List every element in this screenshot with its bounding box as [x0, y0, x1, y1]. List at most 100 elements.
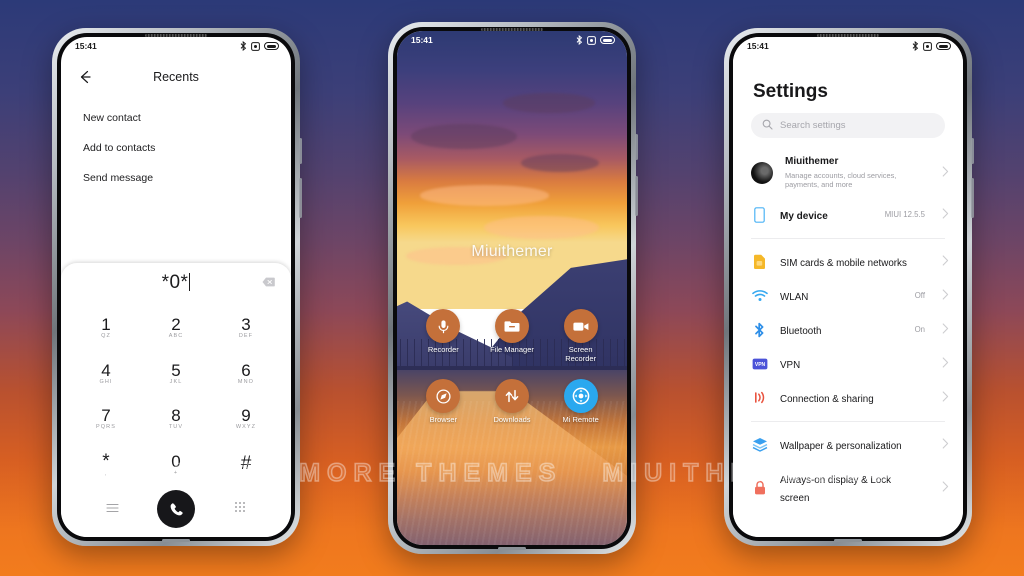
app-browser[interactable]: Browser: [409, 379, 478, 425]
chevron-right-icon: [942, 355, 949, 373]
page-title: Recents: [153, 70, 199, 84]
settings-row-my-device[interactable]: My device MIUI 12.5.5: [733, 198, 963, 232]
status-icons: [576, 35, 615, 45]
menu-item-send-message[interactable]: Send message: [61, 163, 291, 193]
context-menu-list: New contact Add to contacts Send message: [61, 91, 291, 193]
row-label: WLAN: [780, 291, 809, 303]
volume-button[interactable]: [635, 176, 638, 216]
key-7[interactable]: 7 PQRS: [71, 396, 141, 442]
menu-item-new-contact[interactable]: New contact: [61, 103, 291, 133]
app-grid: Recorder File Manager Screen Recorder Br…: [409, 309, 615, 425]
dialer-screen: 15:41 Recents New contact Add to contact…: [61, 37, 291, 537]
settings-row-connection-sharing[interactable]: Connection & sharing: [733, 381, 963, 415]
bluetooth-icon: [751, 321, 768, 338]
backspace-icon[interactable]: [262, 274, 275, 292]
settings-row-wlan[interactable]: WLAN Off: [733, 279, 963, 313]
row-label: Connection & sharing: [780, 393, 874, 405]
chevron-right-icon: [942, 206, 949, 224]
settings-row-account[interactable]: Miuithemer Manage accounts, cloud servic…: [733, 148, 963, 198]
chevron-right-icon: [942, 389, 949, 407]
call-button[interactable]: [157, 490, 196, 528]
folder-icon: [494, 309, 529, 343]
app-label: Downloads: [493, 415, 531, 425]
battery-icon: [600, 36, 615, 44]
key-4[interactable]: 4 GHI: [71, 351, 141, 397]
app-mi-remote[interactable]: Mi Remote: [546, 379, 615, 425]
divider: [751, 420, 945, 422]
bluetooth-icon: [912, 41, 919, 51]
dialer-phone: 15:41 Recents New contact Add to contact…: [52, 28, 302, 546]
power-button[interactable]: [635, 134, 638, 160]
dialpad-keys: 1 QZ 2 ABC 3 DEF 4 GHI 5 JKL 6 MNO 7 PQRS 8 TUV …: [61, 303, 291, 487]
row-label: Always-on display & Lock screen: [780, 474, 892, 504]
app-screen-recorder[interactable]: Screen Recorder: [546, 309, 615, 363]
app-label: Screen Recorder: [565, 345, 597, 363]
app-label: Browser: [429, 415, 458, 425]
phone-outline-icon: [751, 206, 768, 223]
bottom-port: [498, 547, 526, 550]
dialpad-bottom-bar: [61, 487, 291, 537]
row-label: SIM cards & mobile networks: [780, 257, 907, 269]
key-0[interactable]: 0 +: [141, 442, 211, 488]
earpiece-grille: [481, 28, 543, 31]
row-label: Bluetooth: [780, 325, 822, 337]
status-time: 15:41: [75, 41, 97, 51]
status-icons: [912, 41, 951, 51]
app-file-manager[interactable]: File Manager: [478, 309, 547, 363]
status-icons: [240, 41, 279, 51]
key-5[interactable]: 5 JKL: [141, 351, 211, 397]
key-8[interactable]: 8 TUV: [141, 396, 211, 442]
battery-icon: [936, 42, 951, 50]
call-icon: [170, 502, 183, 515]
search-input[interactable]: Search settings: [751, 113, 945, 138]
settings-row-bluetooth[interactable]: Bluetooth On: [733, 313, 963, 347]
dialpad-panel: *0* 1 QZ 2 ABC 3 DEF 4 GHI 5 JKL 6 MNO 7 PQRS 8…: [61, 263, 291, 537]
hamburger-menu-icon[interactable]: [106, 500, 119, 518]
vpn-badge-icon: VPN: [751, 355, 768, 372]
alarm-icon: [587, 35, 596, 45]
volume-button[interactable]: [971, 178, 974, 218]
key-star[interactable]: *,: [71, 442, 141, 488]
row-value: MIUI 12.5.5: [884, 210, 925, 220]
keypad-grid-icon[interactable]: [234, 500, 246, 518]
key-2[interactable]: 2 ABC: [141, 305, 211, 351]
power-button[interactable]: [299, 138, 302, 164]
earpiece-grille: [145, 34, 207, 37]
alarm-icon: [251, 41, 260, 51]
chevron-right-icon: [942, 479, 949, 497]
chevron-right-icon: [942, 287, 949, 305]
app-downloads[interactable]: Downloads: [478, 379, 547, 425]
search-icon: [762, 117, 773, 135]
app-recorder[interactable]: Recorder: [409, 309, 478, 363]
bluetooth-icon: [576, 35, 583, 45]
app-label: File Manager: [490, 345, 534, 354]
earpiece-grille: [817, 34, 879, 37]
account-subtitle: Manage accounts, cloud services, payment…: [785, 170, 897, 190]
status-time: 15:41: [747, 41, 769, 51]
key-3[interactable]: 3 DEF: [211, 305, 281, 351]
bluetooth-icon: [240, 41, 247, 51]
wallpaper-layers-icon: [751, 436, 768, 453]
settings-row-always-on-display[interactable]: Always-on display & Lock screen: [733, 462, 963, 514]
row-value: On: [914, 325, 925, 335]
volume-button[interactable]: [299, 178, 302, 218]
home-screen: 15:41 Miuithemer Recorder File Manager S…: [397, 31, 627, 545]
key-9[interactable]: 9 WXYZ: [211, 396, 281, 442]
chevron-right-icon: [942, 253, 949, 271]
settings-row-wallpaper[interactable]: Wallpaper & personalization: [733, 428, 963, 462]
status-bar: 15:41: [733, 37, 963, 55]
svg-text:VPN: VPN: [754, 362, 765, 368]
search-placeholder: Search settings: [780, 120, 846, 131]
key-1[interactable]: 1 QZ: [71, 305, 141, 351]
settings-row-sim-cards[interactable]: SIM cards & mobile networks: [733, 245, 963, 279]
key-hash[interactable]: #: [211, 442, 281, 488]
compass-icon: [426, 379, 461, 414]
alarm-icon: [923, 41, 932, 51]
divider: [751, 237, 945, 239]
power-button[interactable]: [971, 138, 974, 164]
key-6[interactable]: 6 MNO: [211, 351, 281, 397]
dial-input[interactable]: *0*: [162, 272, 191, 294]
status-time: 15:41: [411, 35, 433, 45]
settings-row-vpn[interactable]: VPN VPN: [733, 347, 963, 381]
menu-item-add-to-contacts[interactable]: Add to contacts: [61, 133, 291, 163]
